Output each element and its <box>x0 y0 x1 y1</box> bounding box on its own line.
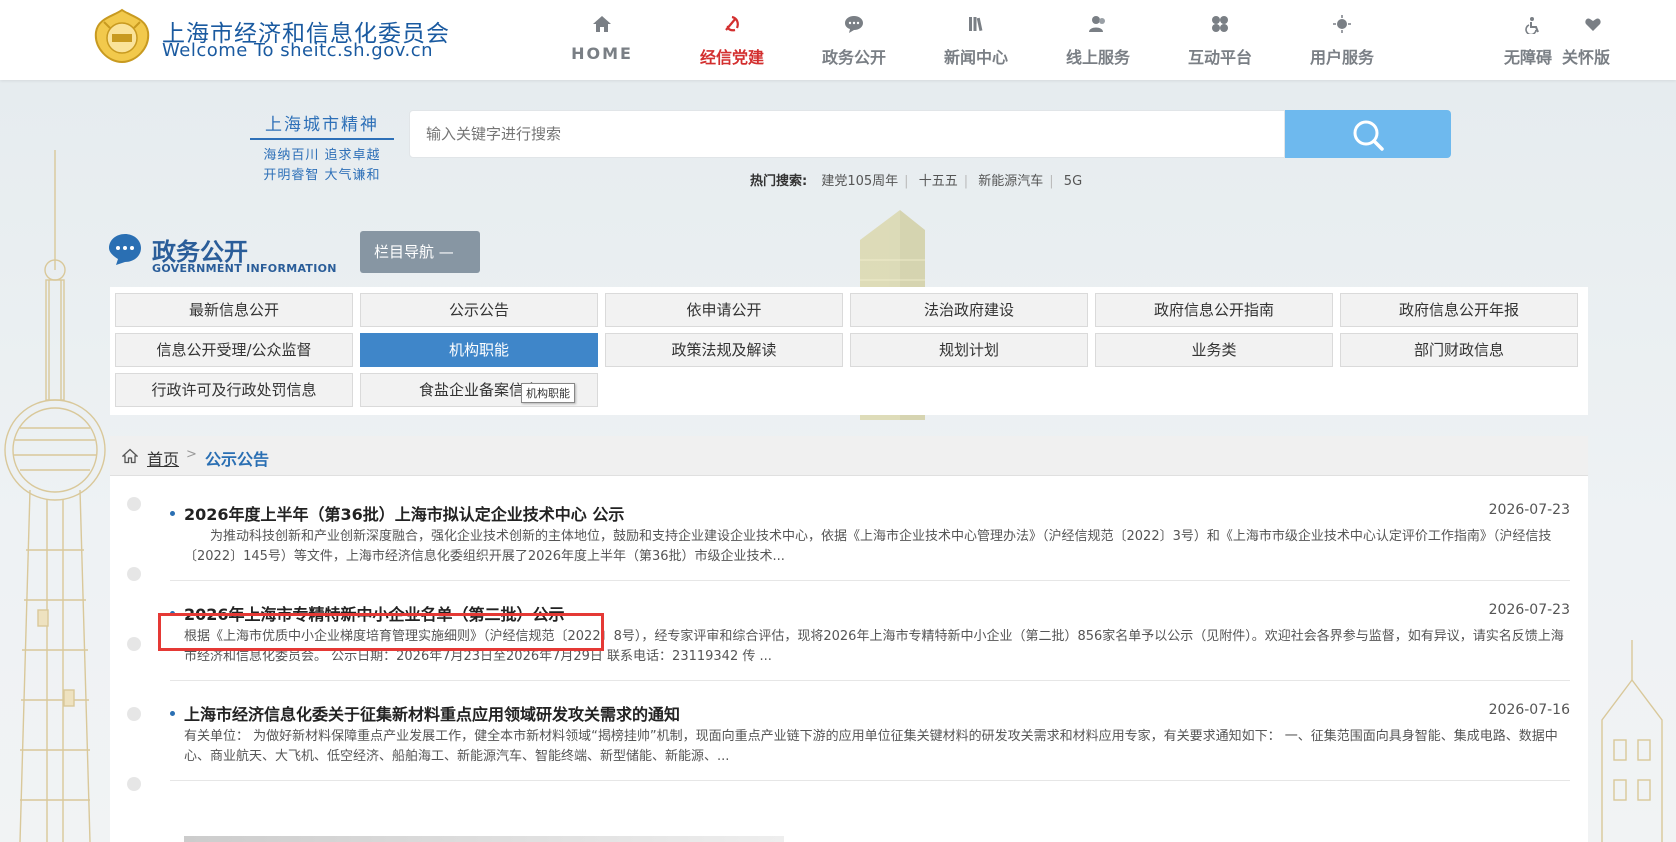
sparkle-icon <box>1333 15 1351 33</box>
category-permits-penalties[interactable]: 行政许可及行政处罚信息 <box>115 373 353 407</box>
search-input[interactable] <box>409 110 1285 158</box>
divider <box>170 680 1570 681</box>
slogan-title: 上海城市精神 <box>250 110 394 140</box>
article-title-link[interactable]: 2026年度上半年（第36批）上海市拟认定企业技术中心 公示 <box>184 501 624 525</box>
rail-dot <box>127 637 141 651</box>
rail-dot <box>127 707 141 721</box>
article-item: 上海市经济信息化委关于征集新材料重点应用领域研发攻关需求的通知 2026-07-… <box>170 701 1570 781</box>
category-disclosure-guide[interactable]: 政府信息公开指南 <box>1095 293 1333 327</box>
article-summary: 根据《上海市优质中小企业梯度培育管理实施细则》（沪经信规范〔2022〕8号），经… <box>184 629 1564 664</box>
tooltip: 机构职能 <box>521 383 575 403</box>
hot-search-item[interactable]: 十五五 <box>919 174 958 189</box>
home-icon <box>593 16 611 32</box>
next-article-partial <box>184 836 784 842</box>
nav-label: 新闻中心 <box>943 48 1008 67</box>
site-subtitle: Welcome To sheitc.sh.gov.cn <box>162 40 433 61</box>
home-outline-icon <box>122 448 138 464</box>
bullet-icon <box>170 511 175 516</box>
accessibility-label: 无障碍 <box>1504 48 1553 67</box>
category-dept-finance[interactable]: 部门财政信息 <box>1340 333 1578 367</box>
pearl-tower-illustration <box>4 150 106 842</box>
rail-dot <box>127 777 141 791</box>
divider <box>170 780 1570 781</box>
nav-interaction-platform[interactable]: 互动平台 <box>1170 0 1270 80</box>
wheelchair-icon <box>1525 17 1539 34</box>
party-emblem-icon <box>725 15 739 32</box>
category-panel: 最新信息公开 公示公告 依申请公开 法治政府建设 政府信息公开指南 政府信息公开… <box>110 287 1588 415</box>
category-public-notice[interactable]: 公示公告 <box>360 293 598 327</box>
users-icon <box>1089 16 1105 32</box>
article-summary: 为推动科技创新和产业创新深度融合，强化企业技术创新的主体地位，鼓励和支持企业建设… <box>184 529 1552 564</box>
article-summary: 有关单位： 为做好新材料保障重点产业发展工作，健全本市新材料领域“揭榜挂帅”机制… <box>184 729 1558 764</box>
breadcrumb-home-link[interactable]: 首页 <box>147 446 179 470</box>
article-title-link[interactable]: 2026年上海市专精特新中小企业名单（第二批）公示 <box>184 601 565 625</box>
category-planning[interactable]: 规划计划 <box>850 333 1088 367</box>
rail-dot <box>127 497 141 511</box>
care-mode-label: 关怀版 <box>1562 48 1611 67</box>
category-annual-report[interactable]: 政府信息公开年报 <box>1340 293 1578 327</box>
divider <box>170 580 1570 581</box>
nav-news-center[interactable]: 新闻中心 <box>926 0 1026 80</box>
rail-dot <box>127 567 141 581</box>
article-title-link[interactable]: 上海市经济信息化委关于征集新材料重点应用领域研发攻关需求的通知 <box>184 701 680 725</box>
article-item: 2026年上海市专精特新中小企业名单（第二批）公示 2026-07-23 根据《… <box>170 601 1570 681</box>
category-on-request[interactable]: 依申请公开 <box>605 293 843 327</box>
chat-icon <box>845 16 863 33</box>
nav-label: 用户服务 <box>1309 48 1374 67</box>
city-spirit-slogan: 上海城市精神 海纳百川 追求卓越 开明睿智 大气谦和 <box>250 110 394 183</box>
article-date: 2026-07-23 <box>1488 502 1570 518</box>
nav-label: 政务公开 <box>821 48 886 67</box>
content-area: 首页 > 公示公告 2026年度上半年（第36批）上海市拟认定企业技术中心 公示… <box>110 436 1588 842</box>
breadcrumb: 首页 > 公示公告 <box>110 436 1588 476</box>
article-date: 2026-07-23 <box>1488 602 1570 618</box>
building-illustration <box>1601 640 1663 842</box>
nav-party-building[interactable]: 经信党建 <box>682 0 782 80</box>
site-header: 上海市经济和信息化委员会 Welcome To sheitc.sh.gov.cn… <box>0 0 1676 80</box>
books-icon <box>969 17 983 32</box>
hot-search-item[interactable]: 建党105周年 <box>821 174 898 189</box>
speech-bubble-icon <box>109 234 141 265</box>
hot-search-label: 热门搜索: <box>750 174 808 189</box>
search-button[interactable] <box>1285 110 1451 158</box>
slogan-line-2: 开明睿智 大气谦和 <box>263 168 381 183</box>
article-item: 2026年度上半年（第36批）上海市拟认定企业技术中心 公示 2026-07-2… <box>170 501 1570 581</box>
nav-gov-affairs[interactable]: 政务公开 <box>804 0 904 80</box>
breadcrumb-separator: > <box>186 447 197 462</box>
grid-icon <box>1212 16 1228 32</box>
care-mode-link[interactable]: 关怀版 <box>1562 0 1622 80</box>
article-date: 2026-07-16 <box>1488 702 1570 718</box>
accessibility-link[interactable]: 无障碍 <box>1504 0 1564 80</box>
category-rule-of-law[interactable]: 法治政府建设 <box>850 293 1088 327</box>
category-business[interactable]: 业务类 <box>1095 333 1333 367</box>
column-nav-button[interactable]: 栏目导航 — <box>360 231 480 273</box>
category-latest-info[interactable]: 最新信息公开 <box>115 293 353 327</box>
category-org-functions[interactable]: 机构职能 <box>360 333 598 367</box>
search-icon <box>1353 120 1384 151</box>
municipal-emblem-logo[interactable] <box>90 8 154 64</box>
section-title-en: GOVERNMENT INFORMATION <box>152 262 337 275</box>
hot-searches: 热门搜索: 建党105周年 | 十五五 | 新能源汽车 | 5G <box>750 174 1083 189</box>
hot-search-item[interactable]: 新能源汽车 <box>978 174 1043 189</box>
bullet-icon <box>170 711 175 716</box>
nav-home[interactable]: HOME <box>552 0 652 80</box>
nav-label: 互动平台 <box>1187 48 1252 67</box>
slogan-line-1: 海纳百川 追求卓越 <box>263 148 381 163</box>
nav-online-services[interactable]: 线上服务 <box>1048 0 1148 80</box>
nav-label: 线上服务 <box>1065 48 1130 67</box>
category-public-supervision[interactable]: 信息公开受理/公众监督 <box>115 333 353 367</box>
category-policy-regulations[interactable]: 政策法规及解读 <box>605 333 843 367</box>
heart-hand-icon <box>1585 18 1601 31</box>
nav-label: HOME <box>571 44 633 63</box>
breadcrumb-current[interactable]: 公示公告 <box>205 446 269 470</box>
nav-label: 经信党建 <box>699 48 764 67</box>
hot-search-item[interactable]: 5G <box>1064 174 1082 189</box>
nav-user-services[interactable]: 用户服务 <box>1292 0 1392 80</box>
bullet-icon <box>170 611 175 616</box>
